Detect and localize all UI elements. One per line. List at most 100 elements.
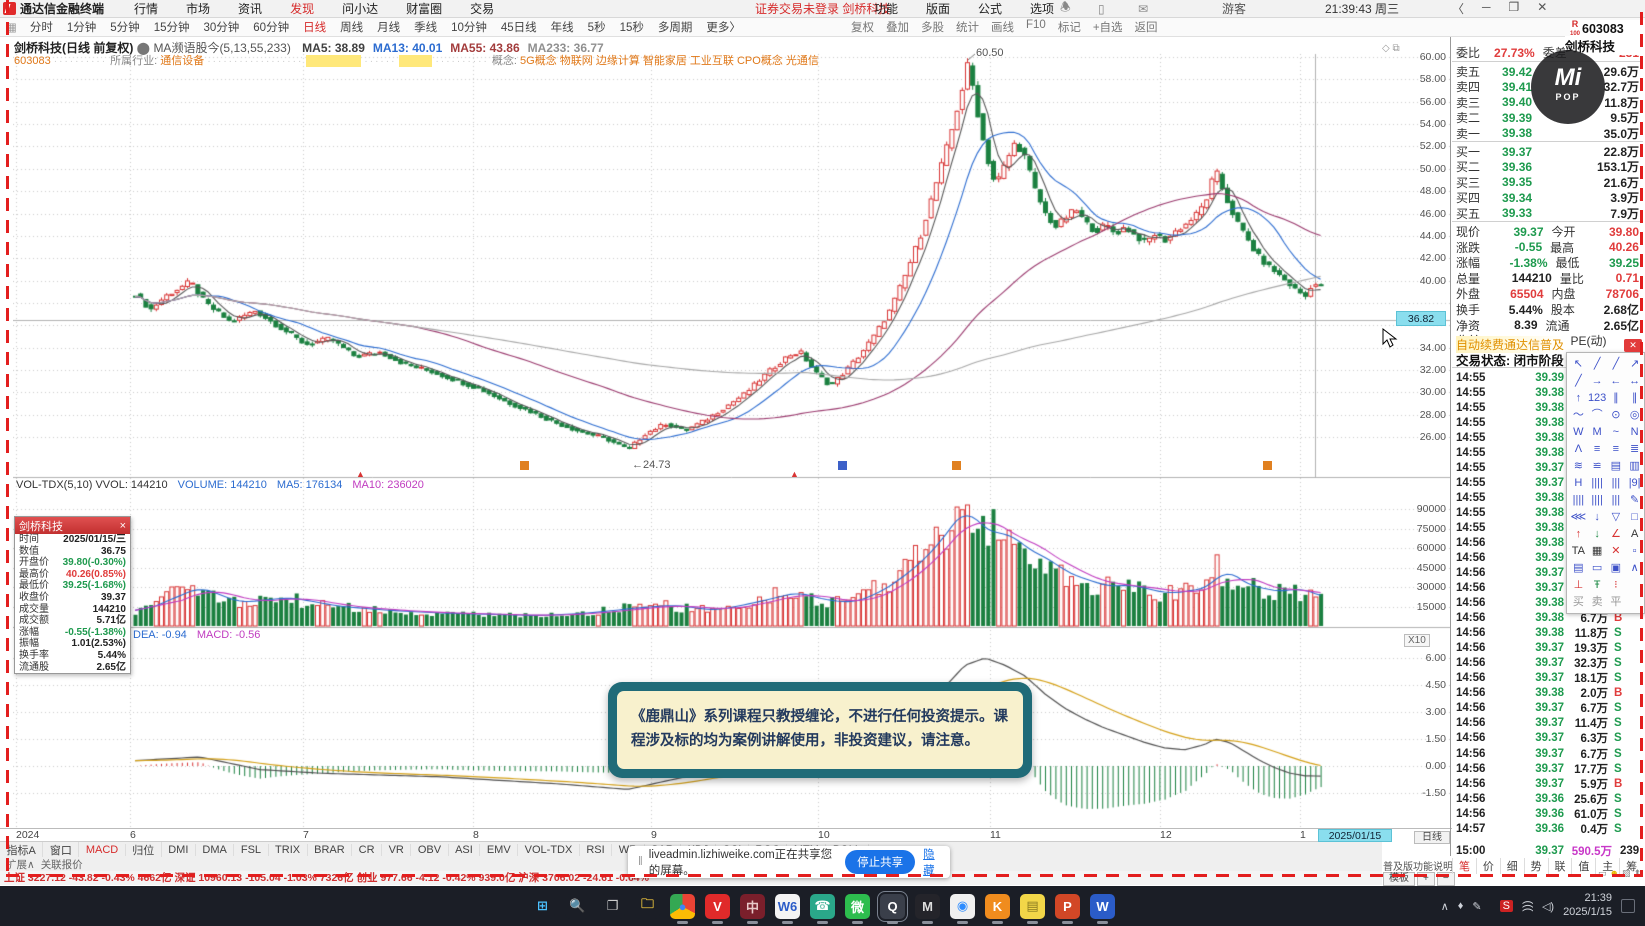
- pause-icon[interactable]: ‖: [628, 856, 649, 868]
- indicator-tab-BRAR[interactable]: BRAR: [308, 843, 353, 856]
- draw-tool-icon[interactable]: ↖: [1569, 356, 1588, 373]
- popup-header[interactable]: 剑桥科技 ×: [15, 517, 130, 534]
- draw-tool-icon[interactable]: W: [1569, 424, 1588, 441]
- tool-+自选[interactable]: +自选: [1087, 19, 1129, 35]
- taskbar-icon-wps[interactable]: W6: [775, 893, 800, 924]
- tick-row[interactable]: 14:57 39.36 0.4万 S: [1456, 821, 1636, 836]
- draw-tool-icon[interactable]: ▦: [1588, 543, 1607, 560]
- timeframe-30分钟[interactable]: 30分钟: [196, 22, 246, 34]
- menu-item-资讯[interactable]: 资讯: [224, 2, 276, 16]
- quote-level-row[interactable]: 买五 39.33 7.9万: [1456, 206, 1639, 221]
- tool-画线[interactable]: 画线: [985, 19, 1020, 35]
- tool-复权[interactable]: 复权: [845, 19, 880, 35]
- draw-tool-icon[interactable]: |||: [1607, 492, 1626, 509]
- draw-tool-icon[interactable]: ||||: [1569, 492, 1588, 509]
- tick-row[interactable]: 14:56 39.37 18.1万 S: [1456, 671, 1636, 686]
- indicator-tab-VOL-TDX[interactable]: VOL-TDX: [518, 843, 580, 856]
- draw-tool-icon[interactable]: Λ: [1569, 441, 1588, 458]
- tool-标记[interactable]: 标记: [1052, 19, 1087, 35]
- indicator-tab-DMA[interactable]: DMA: [196, 843, 235, 856]
- draw-tool-icon[interactable]: ▭: [1588, 560, 1607, 577]
- draw-tool-icon[interactable]: ∥: [1607, 390, 1626, 407]
- timeframe-季线[interactable]: 季线: [407, 22, 444, 34]
- draw-tool-icon[interactable]: ▽: [1607, 509, 1626, 526]
- linked-quote-tab[interactable]: 关联报价: [41, 857, 83, 872]
- taskbar-icon-explorer[interactable]: 🗀: [635, 893, 660, 919]
- taskbar-icon-word[interactable]: W: [1090, 893, 1115, 924]
- indicator-tab-ASI[interactable]: ASI: [449, 843, 481, 856]
- event-marker[interactable]: [1263, 461, 1272, 470]
- tick-tab-价[interactable]: 价: [1475, 858, 1500, 874]
- draw-tool-icon[interactable]: TA: [1569, 543, 1588, 560]
- close-button[interactable]: ✕: [1528, 0, 1556, 17]
- event-marker[interactable]: [838, 461, 847, 470]
- timeframe-年线[interactable]: 年线: [544, 22, 581, 34]
- timeframe-15秒[interactable]: 15秒: [613, 22, 651, 34]
- draw-tool-icon[interactable]: |||: [1607, 475, 1626, 492]
- taskbar-icon-ppt[interactable]: P: [1055, 893, 1080, 924]
- tick-tab-联[interactable]: 联: [1547, 858, 1572, 874]
- draw-tool-icon[interactable]: 〜: [1569, 407, 1588, 424]
- tick-row[interactable]: 14:56 39.37 6.7万 S: [1456, 701, 1636, 716]
- menu-item-问小达[interactable]: 问小达: [328, 2, 392, 16]
- event-marker[interactable]: [952, 461, 961, 470]
- draw-tool-icon[interactable]: ⌒: [1588, 407, 1607, 424]
- draw-tool-icon[interactable]: ↓: [1588, 509, 1607, 526]
- tick-tab-值[interactable]: 值: [1571, 858, 1595, 874]
- chart-corner-icons[interactable]: ◇ ⧉: [1382, 43, 1400, 54]
- tick-row[interactable]: 14:56 39.37 19.3万 S: [1456, 641, 1636, 656]
- tool-返回[interactable]: 返回: [1129, 19, 1164, 35]
- draw-tool-icon[interactable]: Ŧ: [1588, 577, 1607, 594]
- quote-level-row[interactable]: 买一 39.37 22.8万: [1456, 144, 1639, 160]
- indicator-tab-DMI[interactable]: DMI: [162, 843, 196, 856]
- tick-row[interactable]: 14:56 39.38 2.0万 B: [1456, 686, 1636, 701]
- indicator-tab-MACD[interactable]: MACD: [79, 843, 126, 856]
- quote-level-row[interactable]: 买四 39.34 3.9万: [1456, 190, 1639, 206]
- window-menu-公式[interactable]: 公式: [964, 2, 1016, 16]
- timeframe-5秒[interactable]: 5秒: [581, 22, 613, 34]
- timeframe-1分钟[interactable]: 1分钟: [60, 22, 103, 34]
- maximize-button[interactable]: ❐: [1500, 0, 1529, 17]
- industry-value[interactable]: 通信设备: [160, 55, 204, 67]
- tick-row[interactable]: 14:56 39.37 11.4万 S: [1456, 716, 1636, 731]
- stop-share-button[interactable]: 停止共享: [845, 850, 916, 874]
- timeframe-周线[interactable]: 周线: [333, 22, 370, 34]
- collapse-button[interactable]: 〈: [1443, 0, 1473, 17]
- taskbar-icon-qq[interactable]: Q: [877, 890, 908, 924]
- quote-level-row[interactable]: 买三 39.35 21.6万: [1456, 175, 1639, 190]
- taskbar-icon-chrome[interactable]: ●: [670, 893, 695, 924]
- timeframe-15分钟[interactable]: 15分钟: [147, 22, 197, 34]
- tray-clock[interactable]: 21:39 2025/1/15: [1563, 892, 1612, 920]
- draw-tool-icon[interactable]: ≋: [1569, 458, 1588, 475]
- microphone-icon[interactable]: ♦: [1458, 900, 1464, 912]
- tool-多股[interactable]: 多股: [915, 19, 950, 35]
- draw-tool-icon[interactable]: ▣: [1607, 560, 1626, 577]
- draw-tool-icon[interactable]: 买: [1569, 594, 1588, 611]
- timeframe-月线[interactable]: 月线: [370, 22, 407, 34]
- menu-item-交易[interactable]: 交易: [456, 2, 508, 16]
- taskbar-icon-zoom[interactable]: ◉: [950, 893, 975, 924]
- taskbar-icon-tdx[interactable]: V: [705, 893, 730, 924]
- concept-values[interactable]: 5G概念 物联网 边缘计算 智能家居 工业互联 CPO概念 光通信: [520, 55, 819, 67]
- draw-tool-icon[interactable]: ↑: [1569, 390, 1588, 407]
- menu-item-市场[interactable]: 市场: [172, 2, 224, 16]
- tick-row[interactable]: 14:56 39.36 25.6万 S: [1456, 791, 1636, 806]
- draw-tool-icon[interactable]: ⁝: [1607, 577, 1626, 594]
- draw-tool-icon[interactable]: ||||: [1588, 492, 1607, 509]
- window-menu-功能[interactable]: 功能: [860, 2, 912, 16]
- draw-tool-icon[interactable]: ✕: [1607, 543, 1626, 560]
- draw-tool-icon[interactable]: ⋘: [1569, 509, 1588, 526]
- taskbar-icon-kc[interactable]: K: [985, 893, 1010, 924]
- draw-tool-icon[interactable]: ≌: [1588, 458, 1607, 475]
- indicator-tab-OBV[interactable]: OBV: [411, 843, 449, 856]
- draw-tool-icon[interactable]: M: [1588, 424, 1607, 441]
- sogou-icon[interactable]: S: [1499, 900, 1513, 912]
- tick-row[interactable]: 14:56 39.37 6.7万 S: [1456, 746, 1636, 761]
- taskbar-icon-phone[interactable]: ☎: [810, 893, 835, 924]
- draw-tool-icon[interactable]: ↑: [1569, 526, 1588, 543]
- minimize-button[interactable]: ─: [1473, 0, 1500, 17]
- draw-tool-icon[interactable]: ~: [1607, 424, 1626, 441]
- menu-item-财富圈[interactable]: 财富圈: [392, 2, 456, 16]
- draw-tool-icon[interactable]: ╱: [1588, 356, 1607, 373]
- indicator-tab-CR[interactable]: CR: [352, 843, 383, 856]
